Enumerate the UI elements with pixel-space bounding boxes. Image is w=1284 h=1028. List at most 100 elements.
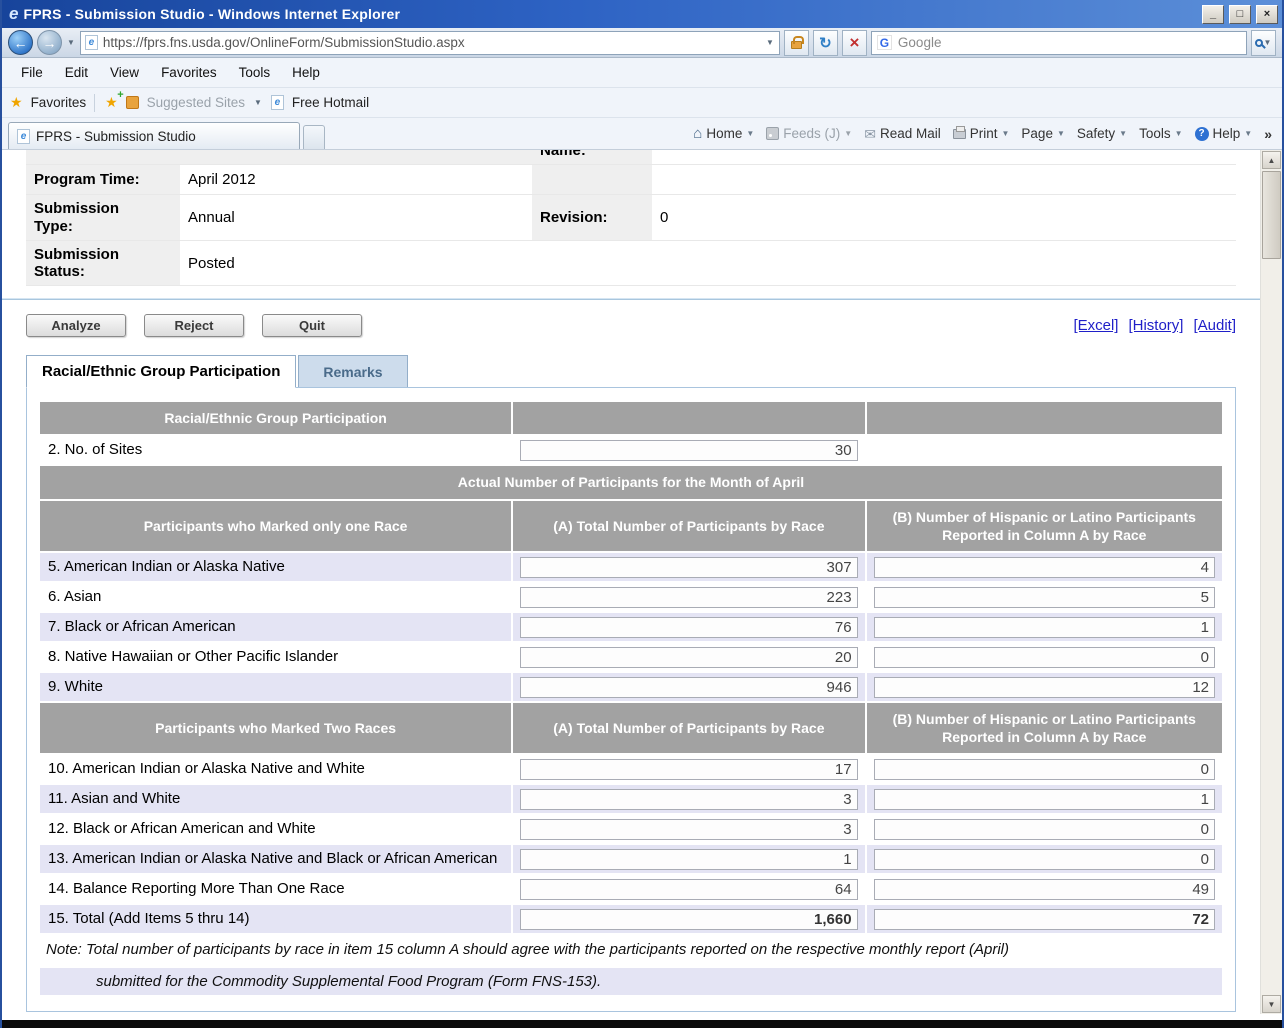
suggested-sites-dropdown-icon[interactable]: ▼	[253, 98, 263, 107]
menu-tools[interactable]: Tools	[228, 61, 282, 84]
stop-button[interactable]: ×	[842, 30, 867, 56]
total-b-input[interactable]	[874, 909, 1215, 930]
info-spacer	[652, 165, 1236, 194]
read-mail-button[interactable]: ✉ Read Mail	[864, 126, 941, 141]
note-text-2: submitted for the Commodity Supplemental…	[40, 968, 1222, 995]
month-header-row: Actual Number of Participants for the Mo…	[40, 466, 1222, 498]
search-input[interactable]: G Google	[871, 31, 1247, 55]
close-button[interactable]: ×	[1256, 5, 1278, 24]
tab-participation[interactable]: Racial/Ethnic Group Participation	[26, 355, 296, 388]
safety-button[interactable]: Safety ▼	[1077, 126, 1127, 141]
url-field[interactable]: e https://fprs.fns.usda.gov/OnlineForm/S…	[80, 31, 780, 55]
race-b-input[interactable]	[874, 557, 1215, 578]
menu-favorites[interactable]: Favorites	[150, 61, 228, 84]
race-a-input[interactable]	[520, 819, 857, 840]
refresh-button[interactable]: ↻	[813, 30, 838, 56]
race-b-input[interactable]	[874, 759, 1215, 780]
command-bar: ⌂ Home ▼ Feeds (J) ▼ ✉ Read Mail Print ▼…	[693, 118, 1276, 149]
audit-link[interactable]: [Audit]	[1193, 317, 1236, 334]
address-bar: ← → ▼ e https://fprs.fns.usda.gov/Online…	[2, 28, 1282, 58]
total-a-input[interactable]	[520, 909, 857, 930]
nav-history-dropdown-icon[interactable]: ▼	[66, 38, 76, 47]
table-row: 8. Native Hawaiian or Other Pacific Isla…	[40, 643, 1222, 671]
table-title-cell: Racial/Ethnic Group Participation	[40, 402, 511, 434]
quit-button[interactable]: Quit	[262, 314, 362, 337]
url-dropdown-icon[interactable]: ▼	[765, 38, 775, 47]
maximize-button[interactable]: □	[1229, 5, 1251, 24]
tools-button[interactable]: Tools ▼	[1139, 126, 1182, 141]
window-title: FPRS - Submission Studio - Windows Inter…	[23, 6, 1197, 22]
back-button[interactable]: ←	[8, 30, 33, 55]
tab-remarks[interactable]: Remarks	[298, 355, 407, 387]
feeds-button[interactable]: Feeds (J) ▼	[766, 126, 852, 141]
url-text[interactable]: https://fprs.fns.usda.gov/OnlineForm/Sub…	[103, 35, 760, 50]
home-button[interactable]: ⌂ Home ▼	[693, 126, 754, 141]
window-bottom-edge	[2, 1014, 1282, 1028]
page-button[interactable]: Page ▼	[1021, 126, 1064, 141]
overflow-chevron-icon[interactable]: »	[1264, 126, 1272, 142]
suggested-sites-button[interactable]: Suggested Sites	[147, 95, 245, 110]
menu-view[interactable]: View	[99, 61, 150, 84]
row-label: 10. American Indian or Alaska Native and…	[40, 755, 511, 783]
page-content: Name: Program Time: April 2012 Submissio…	[2, 150, 1260, 1014]
race-a-input[interactable]	[520, 587, 857, 608]
race-a-input[interactable]	[520, 557, 857, 578]
favorites-star-icon: ★	[10, 94, 23, 111]
race-b-input[interactable]	[874, 879, 1215, 900]
add-favorite-icon[interactable]: ★+	[105, 94, 118, 111]
minimize-button[interactable]: _	[1202, 5, 1224, 24]
race-a-input[interactable]	[520, 759, 857, 780]
vertical-scrollbar[interactable]: ▲ ▼	[1260, 150, 1282, 1014]
print-button[interactable]: Print ▼	[953, 126, 1010, 141]
menu-file[interactable]: File	[10, 61, 54, 84]
race-b-input[interactable]	[874, 849, 1215, 870]
reject-button[interactable]: Reject	[144, 314, 244, 337]
sites-label: 2. No. of Sites	[40, 436, 511, 464]
race-a-input[interactable]	[520, 879, 857, 900]
scroll-up-icon[interactable]: ▲	[1262, 151, 1281, 169]
race-b-input[interactable]	[874, 617, 1215, 638]
browser-tab[interactable]: e FPRS - Submission Studio	[8, 122, 300, 149]
race-a-input[interactable]	[520, 789, 857, 810]
history-link[interactable]: [History]	[1128, 317, 1183, 334]
security-lock-button[interactable]	[784, 30, 809, 56]
program-time-label: Program Time:	[26, 165, 180, 194]
sites-input[interactable]	[520, 440, 857, 461]
race-b-input[interactable]	[874, 677, 1215, 698]
scroll-thumb[interactable]	[1262, 171, 1281, 259]
race-a-input[interactable]	[520, 647, 857, 668]
revision-value: 0	[652, 195, 1236, 240]
help-icon: ?	[1195, 127, 1209, 141]
race-b-input[interactable]	[874, 647, 1215, 668]
help-dropdown-icon: ▼	[1244, 129, 1252, 138]
race-a-input[interactable]	[520, 617, 857, 638]
menu-edit[interactable]: Edit	[54, 61, 99, 84]
home-label: Home	[706, 126, 742, 141]
month-header-cell: Actual Number of Participants for the Mo…	[40, 466, 1222, 498]
table-row: 7. Black or African American	[40, 613, 1222, 641]
menu-help[interactable]: Help	[281, 61, 331, 84]
feeds-icon	[766, 127, 779, 140]
race-a-input[interactable]	[520, 677, 857, 698]
race-b-input[interactable]	[874, 587, 1215, 608]
analyze-button[interactable]: Analyze	[26, 314, 126, 337]
search-go-button[interactable]: ▼	[1251, 30, 1276, 56]
divider	[2, 298, 1260, 300]
race-b-input[interactable]	[874, 789, 1215, 810]
page-icon: e	[85, 35, 98, 50]
forward-button[interactable]: →	[37, 30, 62, 55]
favorites-button[interactable]: Favorites	[31, 95, 87, 110]
help-button[interactable]: ? Help ▼	[1195, 126, 1253, 141]
table-row: 6. Asian	[40, 583, 1222, 611]
name-value	[652, 150, 1236, 164]
excel-link[interactable]: [Excel]	[1073, 317, 1118, 334]
menu-bar: File Edit View Favorites Tools Help	[2, 58, 1282, 88]
free-hotmail-button[interactable]: Free Hotmail	[292, 95, 369, 110]
home-icon: ⌂	[693, 126, 702, 141]
new-tab-stub[interactable]	[303, 125, 325, 149]
col-a-header-cell: (A) Total Number of Participants by Race	[513, 703, 864, 753]
race-a-input[interactable]	[520, 849, 857, 870]
scroll-down-icon[interactable]: ▼	[1262, 995, 1281, 1013]
race-b-input[interactable]	[874, 819, 1215, 840]
info-row-program-time: Program Time: April 2012	[26, 165, 1236, 195]
